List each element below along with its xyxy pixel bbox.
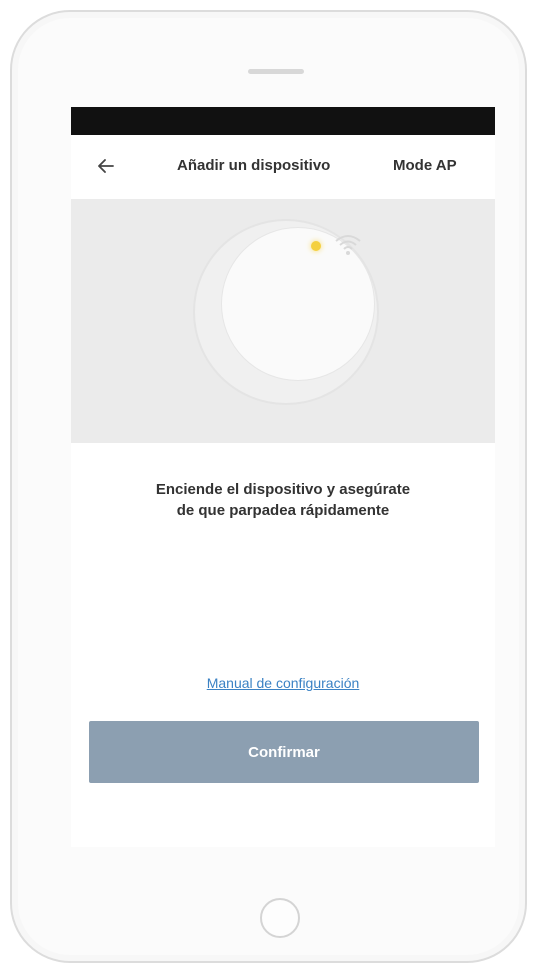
header: Añadir un dispositivo Mode AP (71, 135, 495, 197)
instruction-text: Enciende el dispositivo y asegúrate de q… (91, 479, 475, 521)
home-button[interactable] (260, 898, 300, 938)
led-indicator-icon (311, 241, 321, 251)
phone-speaker (248, 69, 304, 74)
instruction-line-2: de que parpadea rápidamente (176, 502, 390, 519)
confirm-button[interactable]: Confirmar (89, 721, 479, 783)
device-illustration (71, 199, 495, 443)
wifi-icon (333, 231, 363, 257)
app-screen: Añadir un dispositivo Mode AP Enciende e… (71, 107, 495, 847)
mode-ap-button[interactable]: Mode AP (393, 157, 457, 174)
status-bar (71, 107, 495, 135)
instruction-line-1: Enciende el dispositivo y asegúrate (155, 481, 411, 498)
page-title: Añadir un dispositivo (177, 157, 331, 174)
arrow-left-icon[interactable] (91, 151, 121, 181)
manual-config-link[interactable]: Manual de configuración (71, 675, 495, 691)
phone-frame: Añadir un dispositivo Mode AP Enciende e… (10, 10, 527, 963)
